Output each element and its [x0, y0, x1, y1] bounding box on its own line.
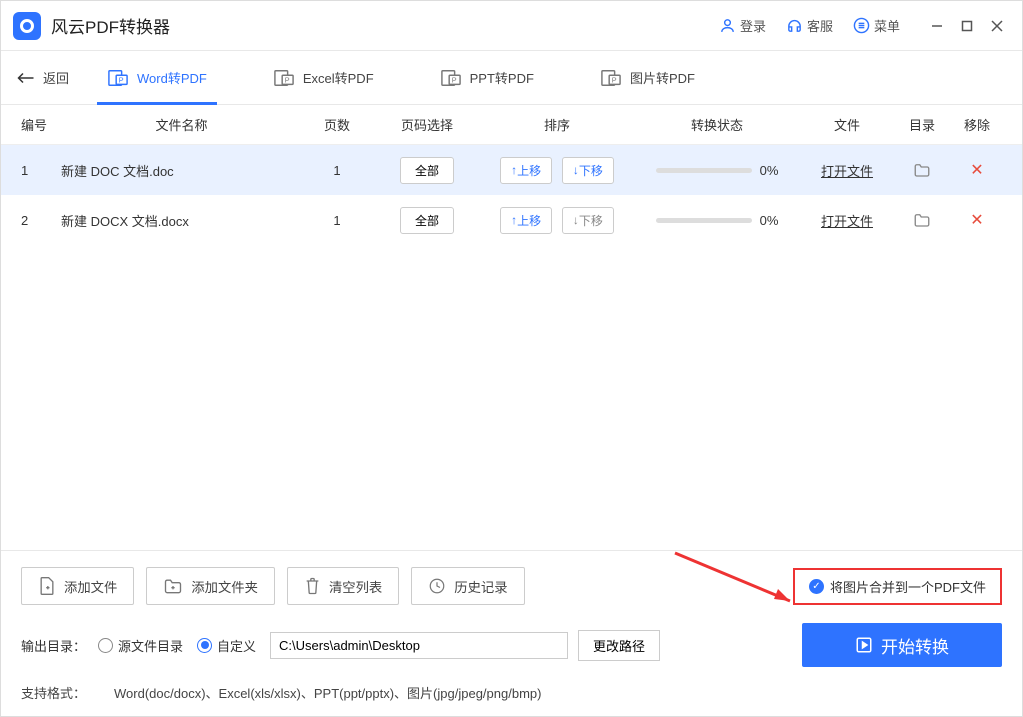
move-down-button[interactable]: ↓下移: [562, 157, 614, 184]
header-num: 编号: [21, 115, 61, 134]
headset-icon: [786, 17, 803, 34]
tab-image-to-pdf[interactable]: P 图片转PDF: [590, 51, 705, 105]
row-num: 1: [21, 163, 61, 178]
app-title: 风云PDF转换器: [51, 13, 170, 38]
move-down-button[interactable]: ↓下移: [562, 207, 614, 234]
support-button[interactable]: 客服: [786, 16, 833, 35]
progress-bar: [656, 218, 752, 223]
check-icon: ✓: [809, 579, 824, 594]
header-name: 文件名称: [61, 115, 302, 134]
header-file: 文件: [802, 115, 892, 134]
open-folder-button[interactable]: [892, 212, 952, 228]
page-select-button[interactable]: 全部: [400, 207, 454, 234]
tab-label: PPT转PDF: [470, 68, 534, 87]
clear-list-label: 清空列表: [329, 577, 382, 596]
svg-text:P: P: [119, 75, 124, 84]
tab-ppt-to-pdf[interactable]: P PPT转PDF: [430, 51, 544, 105]
radio-source-label: 源文件目录: [118, 636, 183, 655]
open-file-link[interactable]: 打开文件: [821, 164, 873, 179]
folder-icon: [913, 162, 931, 178]
radio-custom-label: 自定义: [217, 636, 256, 655]
move-up-button[interactable]: ↑上移: [500, 207, 552, 234]
remove-button[interactable]: ✕: [970, 212, 983, 229]
arrow-left-icon: [17, 71, 35, 85]
history-button[interactable]: 历史记录: [411, 567, 524, 605]
image-icon: P: [600, 68, 622, 88]
start-convert-button[interactable]: 开始转换: [802, 623, 1002, 667]
login-label: 登录: [740, 16, 766, 35]
tab-label: Excel转PDF: [303, 68, 374, 87]
header-dir: 目录: [892, 115, 952, 134]
menu-label: 菜单: [874, 16, 900, 35]
back-button[interactable]: 返回: [17, 68, 69, 87]
change-path-button[interactable]: 更改路径: [578, 630, 660, 661]
clear-list-button[interactable]: 清空列表: [287, 567, 399, 605]
svg-text:P: P: [285, 75, 290, 84]
radio-custom-dir[interactable]: 自定义: [197, 636, 256, 655]
progress-percent: 0%: [760, 163, 779, 178]
user-icon: [719, 17, 736, 34]
row-filename: 新建 DOC 文档.doc: [61, 161, 302, 180]
merge-label: 将图片合并到一个PDF文件: [830, 577, 986, 596]
menu-button[interactable]: 菜单: [853, 16, 900, 35]
close-button[interactable]: [984, 13, 1010, 39]
move-down-label: 下移: [579, 162, 603, 179]
folder-icon: [913, 212, 931, 228]
format-value: Word(doc/docx)、Excel(xls/xlsx)、PPT(ppt/p…: [114, 683, 541, 702]
move-up-label: 上移: [517, 212, 541, 229]
format-label: 支持格式：: [21, 683, 86, 702]
radio-source-dir[interactable]: 源文件目录: [98, 636, 183, 655]
merge-checkbox[interactable]: ✓ 将图片合并到一个PDF文件: [793, 568, 1002, 605]
history-label: 历史记录: [454, 577, 507, 596]
table-row[interactable]: 2 新建 DOCX 文档.docx 1 全部 ↑上移 ↓下移 0% 打开文件 ✕: [1, 195, 1022, 245]
tab-word-to-pdf[interactable]: P Word转PDF: [97, 51, 217, 105]
add-folder-button[interactable]: 添加文件夹: [146, 567, 275, 605]
play-icon: [855, 636, 873, 654]
tab-label: 图片转PDF: [630, 68, 695, 87]
row-filename: 新建 DOCX 文档.docx: [61, 211, 302, 230]
row-pages: 1: [302, 163, 372, 178]
start-label: 开始转换: [881, 633, 949, 658]
header-pagesel: 页码选择: [372, 115, 482, 134]
move-up-button[interactable]: ↑上移: [500, 157, 552, 184]
remove-button[interactable]: ✕: [970, 162, 983, 179]
maximize-button[interactable]: [954, 13, 980, 39]
minimize-button[interactable]: [924, 13, 950, 39]
open-file-link[interactable]: 打开文件: [821, 214, 873, 229]
table-row[interactable]: 1 新建 DOC 文档.doc 1 全部 ↑上移 ↓下移 0% 打开文件 ✕: [1, 145, 1022, 195]
svg-text:P: P: [612, 75, 617, 84]
app-logo: [13, 12, 41, 40]
excel-icon: P: [273, 68, 295, 88]
list-icon: [853, 17, 870, 34]
row-num: 2: [21, 213, 61, 228]
page-select-button[interactable]: 全部: [400, 157, 454, 184]
progress-percent: 0%: [760, 213, 779, 228]
header-sort: 排序: [482, 115, 632, 134]
add-file-button[interactable]: 添加文件: [21, 567, 134, 605]
login-button[interactable]: 登录: [719, 16, 766, 35]
header-remove: 移除: [952, 115, 1002, 134]
back-label: 返回: [43, 68, 69, 87]
move-up-label: 上移: [517, 162, 541, 179]
progress-bar: [656, 168, 752, 173]
header-status: 转换状态: [632, 115, 802, 134]
word-icon: P: [107, 68, 129, 88]
tab-excel-to-pdf[interactable]: P Excel转PDF: [263, 51, 384, 105]
output-label: 输出目录：: [21, 636, 86, 655]
row-pages: 1: [302, 213, 372, 228]
file-add-icon: [38, 576, 56, 596]
clock-icon: [428, 577, 446, 595]
ppt-icon: P: [440, 68, 462, 88]
move-down-label: 下移: [579, 212, 603, 229]
output-path-input[interactable]: [270, 632, 568, 659]
trash-icon: [304, 576, 321, 596]
tab-label: Word转PDF: [137, 68, 207, 87]
add-file-label: 添加文件: [64, 577, 117, 596]
add-folder-label: 添加文件夹: [191, 577, 258, 596]
support-label: 客服: [807, 16, 833, 35]
open-folder-button[interactable]: [892, 162, 952, 178]
svg-text:P: P: [451, 75, 456, 84]
header-pages: 页数: [302, 115, 372, 134]
folder-add-icon: [163, 577, 183, 595]
